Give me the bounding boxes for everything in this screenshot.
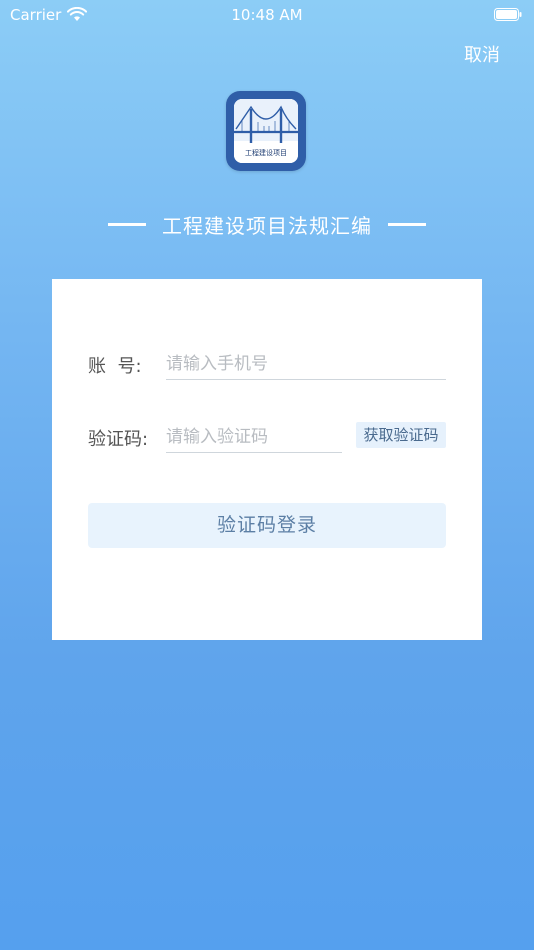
title-divider-left <box>108 222 146 226</box>
page-title: 工程建设项目法规汇编 <box>162 213 372 238</box>
status-bar: Carrier 10:48 AM <box>0 0 534 30</box>
login-card: 账 号: 验证码: 获取验证码 验证码登录 <box>52 279 482 640</box>
logo-caption: 工程建设项目 <box>245 148 287 157</box>
logo-image: 工程建设项目 <box>234 99 298 163</box>
phone-input[interactable] <box>166 349 446 380</box>
code-label: 验证码: <box>88 429 149 450</box>
app-logo: 工程建设项目 <box>226 91 306 171</box>
title-row: 工程建设项目法规汇编 <box>0 209 534 239</box>
get-code-button[interactable]: 获取验证码 <box>356 422 446 448</box>
status-time: 10:48 AM <box>231 6 303 24</box>
battery-icon <box>494 8 522 21</box>
verification-code-input[interactable] <box>166 422 342 453</box>
title-divider-right <box>388 222 426 226</box>
account-label: 账 号: <box>88 356 142 377</box>
cancel-button[interactable]: 取消 <box>464 41 500 67</box>
bridge-icon: 工程建设项目 <box>234 99 298 163</box>
code-login-button[interactable]: 验证码登录 <box>88 503 446 548</box>
